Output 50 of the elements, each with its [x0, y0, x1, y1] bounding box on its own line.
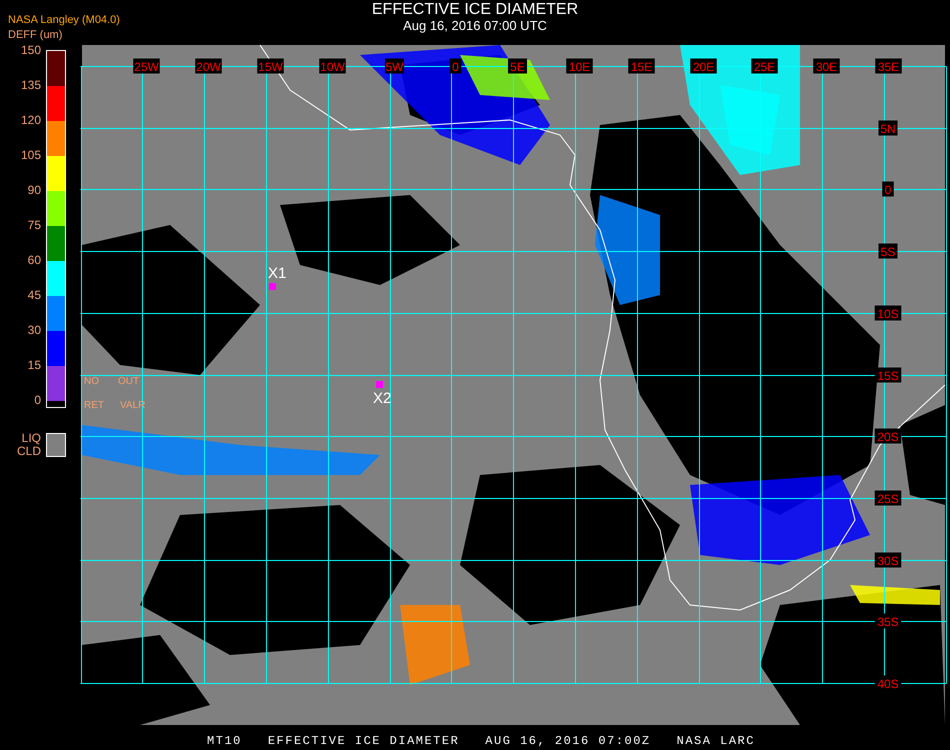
footer-caption: EFFECTIVE ICE DIAMETER — [268, 734, 460, 748]
latitude-label: 0 — [882, 182, 894, 197]
scale-tick-label: 120 — [20, 112, 41, 128]
longitude-label: 15E — [628, 58, 655, 74]
location-marker — [376, 381, 383, 388]
scale-tick-label: 75 — [28, 217, 41, 233]
scale-tick-label: 60 — [28, 252, 41, 268]
longitude-label: 5W — [385, 58, 404, 74]
no-retrieval-label: OUT — [118, 376, 140, 387]
liquid-cloud-label: CLD — [16, 445, 41, 458]
latitude-label: 35S — [874, 614, 902, 629]
longitude-label: 15W — [257, 58, 284, 74]
scale-tick-label: 30 — [28, 322, 41, 338]
latitude-label: 15S — [874, 368, 902, 383]
scale-tick-label: 0 — [34, 392, 41, 408]
longitude-label: 20W — [195, 58, 222, 74]
liquid-cloud-label: LIQ — [22, 432, 41, 445]
date-subtitle: Aug 16, 2016 07:00 UTC — [403, 19, 547, 33]
latitude-label: 30S — [874, 552, 902, 568]
scale-tick-label: 15 — [28, 357, 41, 373]
marker-label: X1 — [268, 265, 286, 282]
latitude-label: 5S — [878, 244, 898, 259]
unit-label: DEFF (um) — [8, 29, 64, 41]
footer-caption: NASA LARC — [676, 734, 755, 748]
latitude-label: 25S — [874, 490, 902, 506]
latitude-label: 20S — [874, 428, 902, 444]
location-marker — [269, 283, 276, 290]
longitude-label: 0 — [450, 58, 462, 74]
scale-tick-label: 135 — [20, 77, 41, 93]
scale-tick-label: 90 — [28, 182, 41, 198]
latitude-label: 10S — [874, 306, 902, 321]
footer-caption: AUG 16, 2016 07:00Z — [485, 734, 651, 748]
no-retrieval-label: NO — [84, 376, 99, 387]
scale-tick-label: 150 — [20, 42, 41, 58]
footer-caption: MT10 — [207, 734, 242, 748]
latitude-label: 40S — [874, 676, 902, 691]
longitude-label: 10W — [319, 58, 346, 74]
longitude-label: 25E — [751, 58, 778, 74]
longitude-label: 30E — [813, 58, 840, 74]
no-retrieval-label: RET — [84, 400, 104, 411]
latitude-label: 5N — [878, 120, 898, 136]
scale-tick-label: 45 — [28, 287, 41, 303]
source-label: NASA Langley (M04.0) — [8, 14, 121, 26]
longitude-label: 35E — [875, 58, 902, 74]
longitude-label: 5E — [508, 58, 527, 74]
longitude-label: 25W — [133, 58, 160, 74]
longitude-label: 20E — [690, 58, 717, 74]
chart-title: EFFECTIVE ICE DIAMETER — [372, 1, 578, 19]
longitude-label: 10E — [566, 58, 593, 74]
scale-tick-label: 105 — [20, 147, 41, 163]
